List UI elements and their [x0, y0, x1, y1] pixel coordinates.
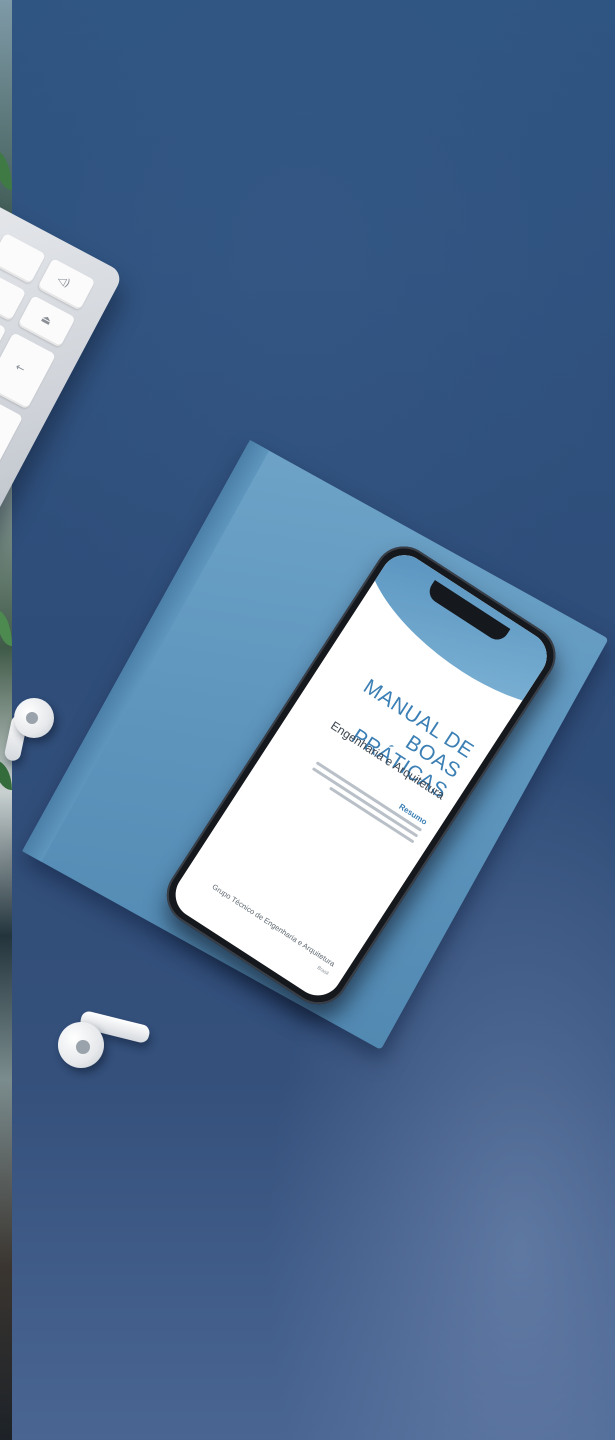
keyboard-key: ↵	[0, 394, 24, 482]
desk-photo: ◁) ⏏ ← ↵ ⌂ MANUAL DE BOAS PRÁTICAS Engen…	[0, 0, 615, 1440]
keyboard-key	[0, 232, 46, 285]
eject-key-glyph: ⏏	[38, 311, 55, 328]
keyboard: ◁) ⏏ ← ↵ ⌂	[0, 170, 125, 618]
backspace-key-glyph: ←	[13, 360, 28, 376]
volume-key-glyph: ◁)	[55, 272, 73, 291]
keyboard-key: ←	[0, 332, 56, 410]
earbud-tip	[26, 712, 38, 724]
manual-footer-country: Brasil	[315, 964, 330, 977]
earbud-tip	[76, 1040, 90, 1054]
